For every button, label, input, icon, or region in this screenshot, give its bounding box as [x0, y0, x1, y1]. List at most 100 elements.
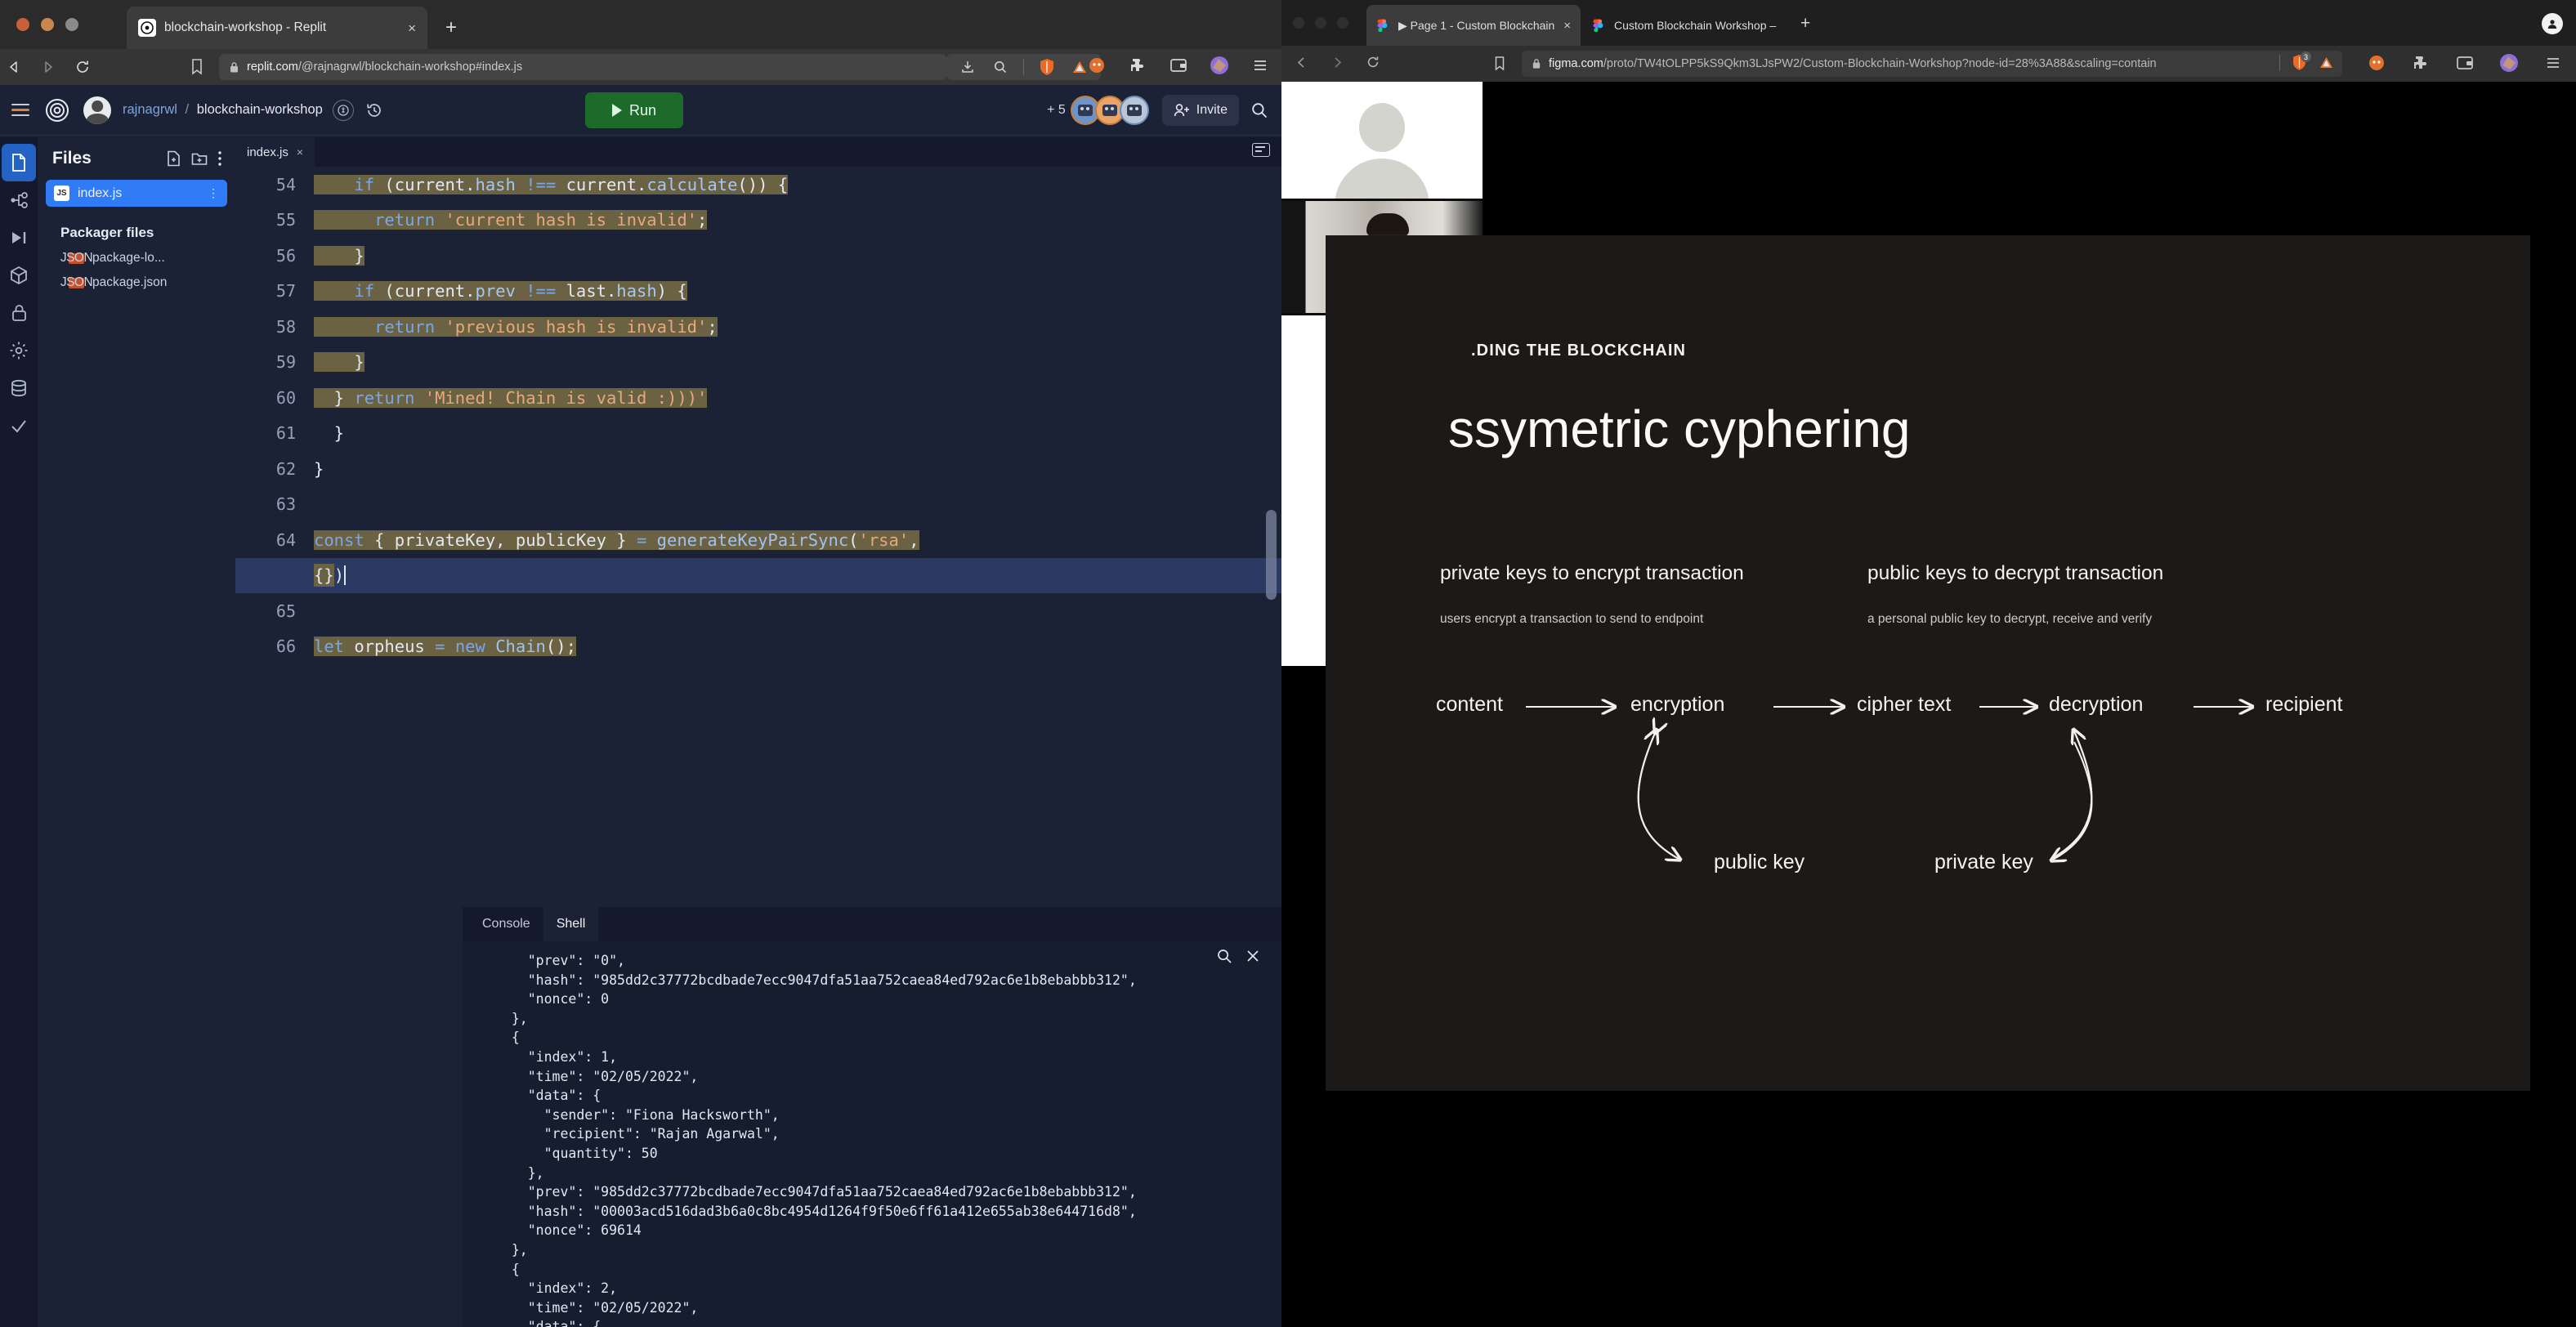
console-tabbar: Console Shell [463, 907, 1281, 941]
play-icon [611, 104, 622, 117]
minimize-window-button-2[interactable] [1315, 17, 1326, 29]
wallet-icon[interactable] [1169, 56, 1188, 75]
puzzle-extensions-icon-2[interactable] [2411, 53, 2431, 73]
line-number: 66 [275, 637, 296, 657]
hamburger-menu-icon[interactable] [8, 103, 36, 117]
forward-arrow-icon-2[interactable] [1330, 56, 1358, 69]
forward-arrow-icon[interactable] [41, 60, 69, 74]
sidebar-item-checks[interactable] [2, 407, 36, 445]
code-editor[interactable]: 54 if (current.hash !== current.calculat… [235, 167, 1281, 668]
url-input-2[interactable]: figma.com/proto/TW4tOLPP5kS9Qkm3LJsPW2/C… [1522, 51, 2342, 77]
run-button[interactable]: Run [585, 92, 683, 128]
layout-panel-icon[interactable] [1252, 143, 1270, 157]
sidebar-item-packages[interactable] [2, 257, 36, 294]
search-icon[interactable] [1216, 948, 1232, 964]
editor-tab-index-js[interactable]: index.js × [235, 137, 315, 167]
back-arrow-icon-2[interactable] [1295, 56, 1322, 69]
line-number: 65 [275, 601, 296, 621]
brave-shields-icon-2[interactable]: 3 [2292, 51, 2311, 71]
sidebar-item-settings[interactable] [2, 332, 36, 369]
line-number: 63 [275, 494, 296, 515]
browser-profile-icon[interactable] [2542, 13, 2563, 34]
file-item-index-js[interactable]: JS index.js ⋮ [46, 180, 227, 207]
sidebar-item-version-control[interactable] [2, 181, 36, 219]
slide-column-heading: public keys to decrypt transaction [1867, 562, 2164, 584]
profile-avatar-icon[interactable] [1210, 56, 1229, 75]
reload-icon-2[interactable] [1366, 56, 1394, 69]
wallet-icon-2[interactable] [2455, 53, 2475, 73]
url-input[interactable]: replit.com/@rajnagrwl/blockchain-worksho… [219, 54, 946, 80]
replit-favicon-icon [138, 19, 156, 37]
sidebar-item-database[interactable] [2, 369, 36, 407]
firefox-extension-icon[interactable] [1087, 56, 1107, 75]
maximize-window-button[interactable] [65, 18, 78, 31]
window-traffic-lights-2[interactable] [1293, 17, 1348, 29]
new-tab-button-2[interactable]: + [1800, 15, 1810, 32]
participant-tile-1[interactable] [1281, 82, 1483, 199]
browser-tab-figma-page1[interactable]: ▶ Page 1 - Custom Blockchain W × [1366, 5, 1581, 46]
breadcrumb-username[interactable]: rajnagrwl [123, 102, 177, 117]
packager-item-package-json[interactable]: JSON package.json [38, 266, 235, 290]
user-avatar[interactable] [83, 96, 111, 124]
participant-avatar-3[interactable] [1119, 96, 1149, 125]
new-file-icon[interactable] [166, 150, 181, 167]
slide-column-public: public keys to decrypt transaction a per… [1867, 562, 2163, 627]
browser-tab-title-2: ▶ Page 1 - Custom Blockchain W [1398, 18, 1557, 32]
slide-kicker: .DING THE BLOCKCHAIN [1471, 342, 1687, 360]
invite-button[interactable]: Invite [1161, 95, 1239, 126]
console-line: "index": 2, [495, 1280, 618, 1297]
search-icon[interactable] [991, 57, 1010, 77]
brave-rewards-icon-2[interactable] [2319, 55, 2334, 70]
code-line: return 'previous hash is invalid'; [314, 316, 718, 337]
file-item-more-icon[interactable]: ⋮ [208, 186, 219, 200]
close-editor-tab-button[interactable]: × [297, 145, 303, 159]
window-traffic-lights[interactable] [16, 18, 78, 31]
browser-tab-title: blockchain-workshop - Replit [164, 20, 327, 34]
minimize-window-button[interactable] [41, 18, 54, 31]
browser-menu-icon[interactable] [1250, 56, 1270, 75]
browser-tab-figma-workshop[interactable]: Custom Blockchain Workshop – Fig [1582, 5, 1788, 46]
close-tab-button[interactable]: × [408, 21, 416, 35]
reload-icon[interactable] [75, 60, 103, 75]
bookmark-icon-2[interactable] [1493, 56, 1506, 71]
editor-scrollbar[interactable] [1266, 510, 1277, 600]
code-line: return 'current hash is invalid'; [314, 210, 708, 230]
firefox-extension-icon-2[interactable] [2367, 53, 2386, 73]
editor-tabbar: index.js × [235, 137, 1281, 167]
repl-visibility-icon[interactable] [332, 99, 354, 121]
replit-header: rajnagrwl / blockchain-workshop Run + 5 [0, 85, 1281, 136]
download-icon[interactable] [958, 57, 977, 77]
browser-menu-icon-2[interactable] [2543, 53, 2563, 73]
close-window-button[interactable] [16, 18, 29, 31]
line-number: 57 [275, 281, 296, 302]
profile-avatar-icon-2[interactable] [2499, 53, 2519, 73]
browser-tab-replit[interactable]: blockchain-workshop - Replit × [127, 7, 427, 49]
replit-logo-icon[interactable] [41, 94, 74, 127]
sidebar-item-files[interactable] [2, 144, 36, 181]
search-icon[interactable] [1250, 101, 1268, 119]
close-tab-button-2[interactable]: × [1563, 19, 1571, 33]
console-line: "sender": "Fiona Hacksworth", [495, 1106, 780, 1123]
close-icon[interactable] [1246, 949, 1260, 963]
history-icon[interactable] [365, 101, 383, 119]
close-window-button-2[interactable] [1293, 17, 1304, 29]
brave-shields-icon[interactable] [1037, 57, 1057, 77]
packager-item-package-lock[interactable]: JSON package-lo... [38, 241, 235, 266]
breadcrumb-repl-name[interactable]: blockchain-workshop [197, 102, 323, 117]
tab-console[interactable]: Console [469, 907, 543, 941]
console-output[interactable]: "prev": "0", "hash": "985dd2c37772bcdbad… [463, 941, 1281, 1327]
puzzle-extensions-icon[interactable] [1128, 56, 1147, 75]
back-arrow-icon[interactable] [7, 60, 34, 74]
maximize-window-button-2[interactable] [1337, 17, 1348, 29]
tab-shell[interactable]: Shell [543, 907, 599, 941]
flow-arrows [1526, 693, 2530, 1036]
more-vertical-icon[interactable] [217, 150, 222, 167]
slide-column-sub: a personal public key to decrypt, receiv… [1867, 612, 2153, 626]
figma-slide-canvas[interactable]: .DING THE BLOCKCHAIN ssymetric cyphering… [1326, 235, 2530, 1091]
sidebar-item-secrets[interactable] [2, 294, 36, 332]
sidebar-item-debugger[interactable] [2, 219, 36, 257]
breadcrumb-separator: / [185, 102, 190, 117]
new-tab-button[interactable]: + [445, 18, 457, 38]
new-folder-icon[interactable] [191, 151, 208, 166]
bookmark-icon[interactable] [190, 58, 204, 75]
